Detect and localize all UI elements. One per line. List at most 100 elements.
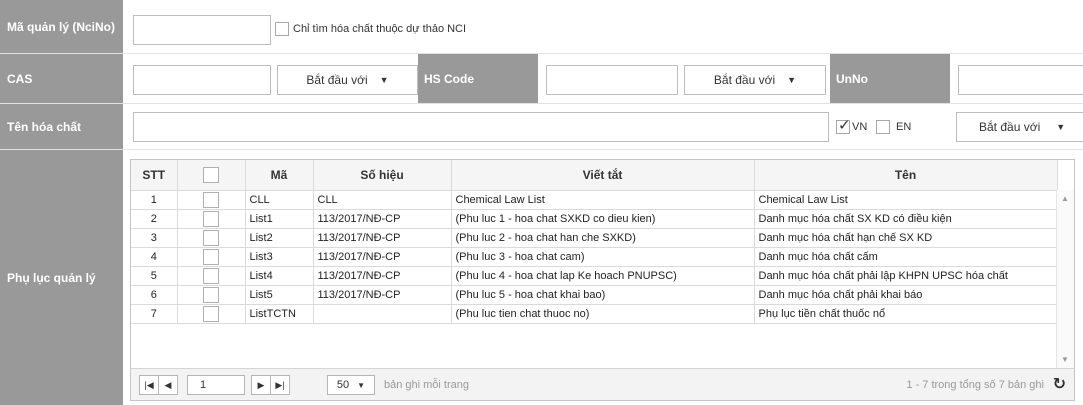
cell-so-hieu: 113/2017/NĐ-CP — [313, 285, 452, 305]
lang-vn-checkbox-box[interactable]: ✓ — [836, 117, 851, 134]
cell-stt: 5 — [131, 266, 178, 286]
chemical-name-input[interactable] — [133, 112, 829, 142]
table-row[interactable]: 7 ListTCTN (Phu luc tien chat thuoc no) … — [131, 304, 1058, 324]
cell-so-hieu: CLL — [313, 190, 452, 210]
row-checkbox[interactable] — [203, 191, 219, 208]
cell-ten: Danh mục hóa chất phải khai báo — [754, 285, 1058, 305]
nci-no-input[interactable] — [133, 15, 271, 45]
hs-match-select[interactable]: Bắt đầu với ▼ — [684, 65, 826, 95]
chevron-down-icon: ▼ — [787, 75, 797, 85]
lang-en-checkbox[interactable]: EN — [876, 120, 911, 134]
nci-draft-checkbox-box[interactable] — [275, 22, 289, 36]
lang-vn-checkbox[interactable]: ✓ VN — [836, 117, 867, 134]
cell-viet-tat: (Phu luc 2 - hoa chat han che SXKD) — [451, 228, 755, 248]
cell-stt: 3 — [131, 228, 178, 248]
cell-ten: Danh mục hóa chất hạn chế SX KD — [754, 228, 1058, 248]
cell-select[interactable] — [177, 247, 246, 267]
prev-page-icon: ◀ — [164, 379, 172, 390]
table-row[interactable]: 2 List1 113/2017/NĐ-CP (Phu luc 1 - hoa … — [131, 209, 1058, 229]
unno-input[interactable] — [958, 65, 1083, 95]
cell-so-hieu: 113/2017/NĐ-CP — [313, 266, 452, 286]
table-row[interactable]: 4 List3 113/2017/NĐ-CP (Phu luc 3 - hoa … — [131, 247, 1058, 267]
cell-select[interactable] — [177, 285, 246, 305]
cell-select[interactable] — [177, 266, 246, 286]
page-number-input[interactable]: 1 — [187, 375, 245, 395]
first-page-icon: |◀ — [144, 379, 154, 390]
cell-stt: 4 — [131, 247, 178, 267]
row-checkbox[interactable] — [203, 229, 219, 246]
table-row[interactable]: 1 CLL CLL Chemical Law List Chemical Law… — [131, 190, 1058, 210]
row-checkbox[interactable] — [203, 248, 219, 265]
cas-match-select[interactable]: Bắt đầu với ▼ — [277, 65, 418, 95]
page-number-value: 1 — [200, 379, 207, 391]
page-size-select[interactable]: 50 ▼ — [327, 375, 375, 395]
nci-draft-checkbox[interactable]: Chỉ tìm hóa chất thuộc dự thảo NCI — [275, 22, 466, 36]
cell-viet-tat: (Phu luc 3 - hoa chat cam) — [451, 247, 755, 267]
table-row[interactable]: 5 List4 113/2017/NĐ-CP (Phu luc 4 - hoa … — [131, 266, 1058, 286]
cell-ma: List1 — [245, 209, 314, 229]
row-checkbox[interactable] — [203, 286, 219, 303]
cell-viet-tat: (Phu luc 1 - hoa chat SXKD co dieu kien) — [451, 209, 755, 229]
nci-draft-checkbox-label: Chỉ tìm hóa chất thuộc dự thảo NCI — [293, 23, 467, 35]
table-header-row: STT Mã Số hiệu Viết tắt Tên — [131, 160, 1058, 191]
row-divider — [0, 103, 1083, 104]
column-header-viet-tat: Viết tắt — [451, 160, 755, 191]
cell-so-hieu: 113/2017/NĐ-CP — [313, 247, 452, 267]
next-page-button[interactable]: ▶ — [251, 375, 271, 395]
column-header-ma: Mã — [245, 160, 314, 191]
grid-scrollbar[interactable]: ▲ ▼ — [1056, 190, 1074, 368]
cell-ten: Danh mục hóa chất SX KD có điều kiện — [754, 209, 1058, 229]
label-hs-code: HS Code — [418, 54, 538, 103]
column-header-stt: STT — [131, 160, 178, 191]
hs-code-input[interactable] — [546, 65, 678, 95]
table-row[interactable]: 6 List5 113/2017/NĐ-CP (Phu luc 5 - hoa … — [131, 285, 1058, 305]
record-summary: 1 - 7 trong tổng số 7 bản ghi — [906, 379, 1044, 391]
cell-viet-tat: Chemical Law List — [451, 190, 755, 210]
cell-ma: List2 — [245, 228, 314, 248]
chevron-down-icon: ▼ — [379, 75, 389, 85]
first-page-button[interactable]: |◀ — [139, 375, 159, 395]
cell-select[interactable] — [177, 190, 246, 210]
cell-so-hieu: 113/2017/NĐ-CP — [313, 209, 452, 229]
cell-select[interactable] — [177, 304, 246, 324]
select-all-checkbox[interactable] — [203, 166, 219, 183]
row-checkbox[interactable] — [203, 305, 219, 322]
grid-pager: |◀ ◀ 1 ▶ ▶| 50 ▼ bản ghi mỗi trang 1 - 7 … — [130, 368, 1075, 401]
row-checkbox[interactable] — [203, 210, 219, 227]
scroll-up-icon[interactable]: ▲ — [1056, 194, 1074, 203]
cell-ma: CLL — [245, 190, 314, 210]
column-header-ten: Tên — [754, 160, 1058, 191]
label-cas: CAS — [0, 54, 123, 103]
cell-viet-tat: (Phu luc 4 - hoa chat lap Ke hoach PNUPS… — [451, 266, 755, 286]
cell-select[interactable] — [177, 228, 246, 248]
cell-ten: Danh mục hóa chất phải lập KHPN UPSC hóa… — [754, 266, 1058, 286]
cas-input[interactable] — [133, 65, 271, 95]
cell-ma: ListTCTN — [245, 304, 314, 324]
refresh-icon[interactable]: ↻ — [1053, 374, 1066, 394]
label-unno: UnNo — [830, 54, 950, 103]
column-header-so-hieu: Số hiệu — [313, 160, 452, 191]
appendix-table: STT Mã Số hiệu Viết tắt Tên 1 CLL CLL Ch… — [131, 160, 1058, 324]
name-match-select[interactable]: Bắt đầu với ▼ — [956, 112, 1083, 142]
cell-so-hieu — [313, 304, 452, 324]
lang-en-checkbox-box[interactable] — [876, 120, 890, 134]
scroll-down-icon[interactable]: ▼ — [1056, 355, 1074, 364]
chevron-down-icon: ▼ — [357, 380, 366, 390]
last-page-icon: ▶| — [275, 379, 285, 390]
hs-match-select-value: Bắt đầu với — [713, 73, 776, 87]
cell-select[interactable] — [177, 209, 246, 229]
cell-stt: 2 — [131, 209, 178, 229]
chevron-down-icon: ▼ — [1056, 122, 1066, 132]
table-row[interactable]: 3 List2 113/2017/NĐ-CP (Phu luc 2 - hoa … — [131, 228, 1058, 248]
column-header-select[interactable] — [177, 160, 246, 191]
cell-stt: 1 — [131, 190, 178, 210]
next-page-icon: ▶ — [257, 379, 265, 390]
row-checkbox[interactable] — [203, 267, 219, 284]
last-page-button[interactable]: ▶| — [270, 375, 290, 395]
label-chemical-name: Tên hóa chất — [0, 104, 123, 149]
label-nci-no: Mã quản lý (NciNo) — [0, 0, 123, 53]
label-appendix: Phụ lục quản lý — [0, 150, 123, 405]
cas-match-select-value: Bắt đầu với — [306, 73, 368, 87]
cell-ma: List3 — [245, 247, 314, 267]
prev-page-button[interactable]: ◀ — [158, 375, 178, 395]
